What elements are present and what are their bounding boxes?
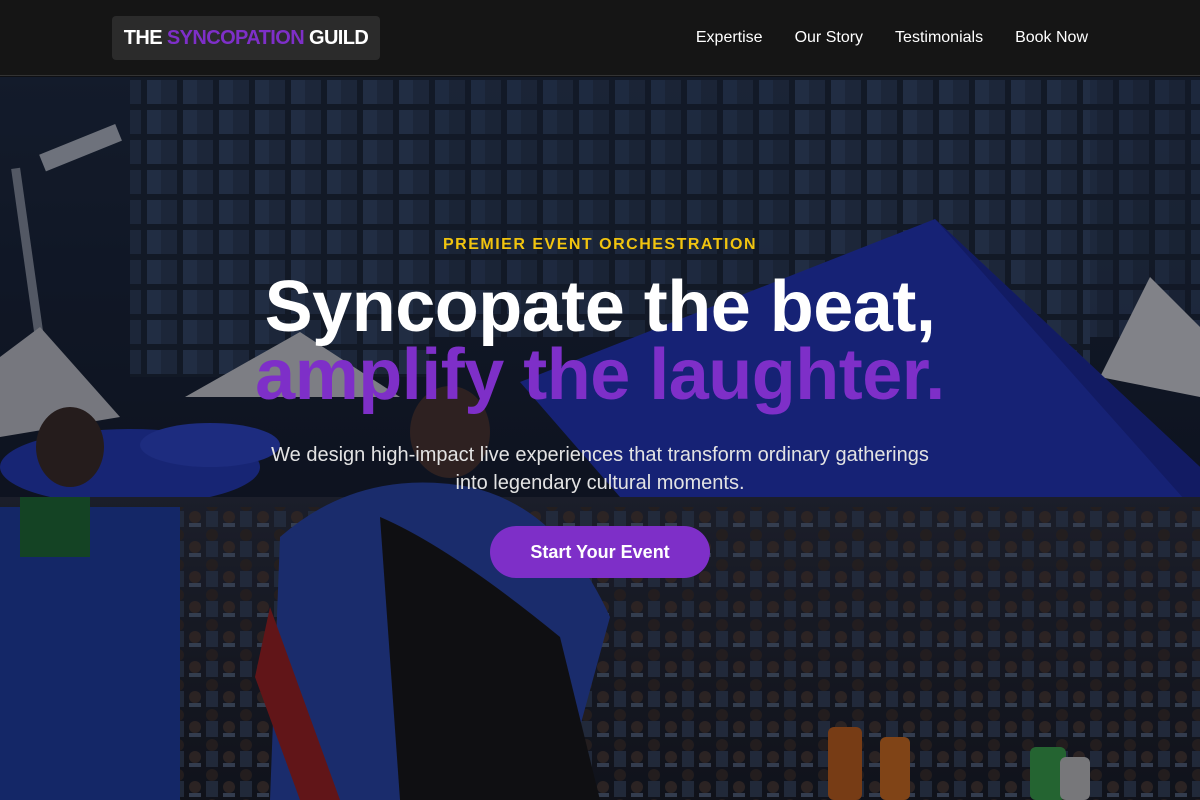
hero-headline: Syncopate the beat, amplify the laughter… <box>0 267 1200 415</box>
nav-link-book-now[interactable]: Book Now <box>1015 29 1088 47</box>
nav-link-expertise[interactable]: Expertise <box>696 29 763 47</box>
logo-suffix: GUILD <box>304 27 369 49</box>
logo-accent: SYNCOPATION <box>166 27 305 49</box>
hero-eyebrow: PREMIER EVENT ORCHESTRATION <box>443 236 757 253</box>
hero-section: PREMIER EVENT ORCHESTRATION Syncopate th… <box>0 77 1200 800</box>
site-header: THE SYNCOPATION GUILD Expertise Our Stor… <box>0 0 1200 76</box>
site-logo[interactable]: THE SYNCOPATION GUILD <box>112 16 380 60</box>
start-your-event-button[interactable]: Start Your Event <box>490 526 710 578</box>
nav-link-our-story[interactable]: Our Story <box>795 29 863 47</box>
hero-content: PREMIER EVENT ORCHESTRATION Syncopate th… <box>0 77 1200 800</box>
logo-prefix: THE <box>123 27 167 49</box>
hero-subtext: We design high-impact live experiences t… <box>271 444 929 494</box>
main-nav: Expertise Our Story Testimonials Book No… <box>696 0 1088 76</box>
headline-line-2: amplify the laughter. <box>255 335 945 415</box>
headline-line-1: Syncopate the beat, <box>264 267 936 347</box>
nav-link-testimonials[interactable]: Testimonials <box>895 29 983 47</box>
